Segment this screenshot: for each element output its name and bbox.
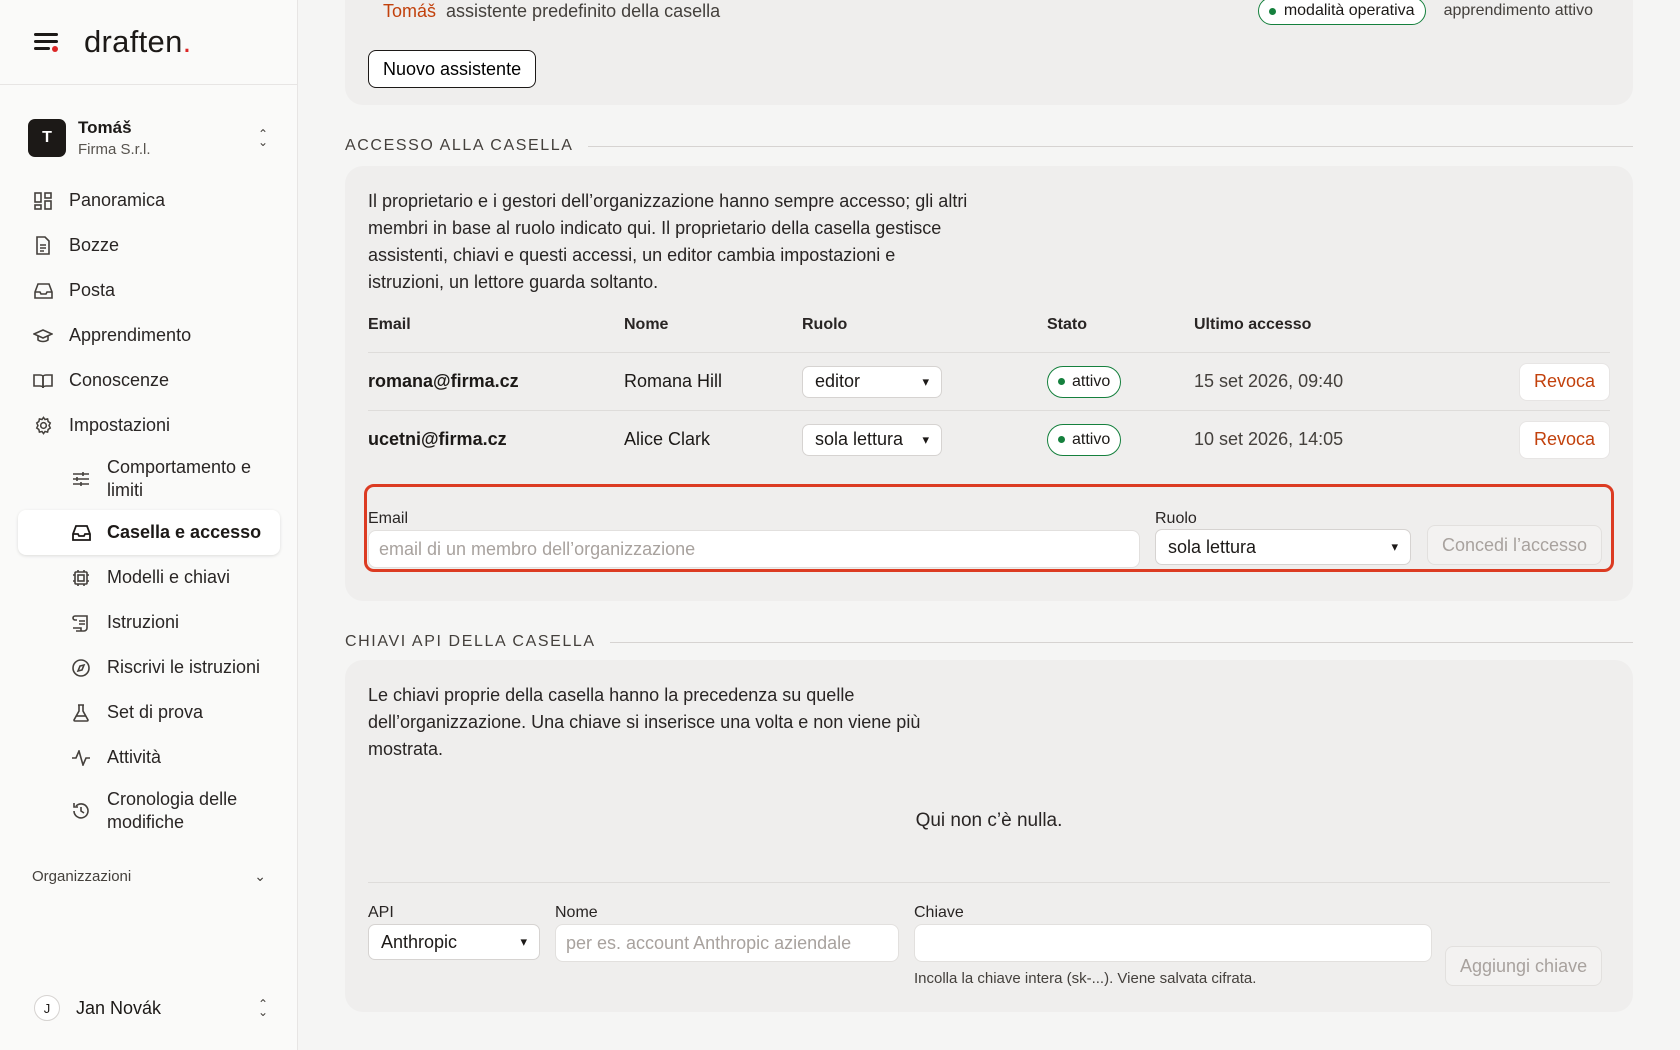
column-status: Stato	[1047, 316, 1087, 333]
assistant-owner[interactable]: Tomáš	[383, 1, 436, 22]
api-keys-card: Le chiavi proprie della casella hanno la…	[345, 660, 1633, 1012]
divider	[368, 882, 1610, 883]
sidebar-item-comportamento[interactable]: Comportamento e limiti	[18, 448, 280, 510]
activity-icon	[70, 747, 92, 769]
sliders-icon	[70, 468, 92, 490]
brand-row: draften.	[0, 0, 297, 85]
grant-email-input[interactable]: email di un membro dell’organizzazione	[368, 530, 1140, 568]
access-section-title: ACCESSO ALLA CASELLA	[345, 137, 1633, 155]
inbox-icon	[32, 280, 54, 302]
sidebar-item-panoramica[interactable]: Panoramica	[18, 178, 280, 223]
key-name-label: Nome	[555, 904, 598, 921]
key-label: Chiave	[914, 904, 964, 921]
sidebar-nav: Panoramica Bozze Posta Apprendimento Con…	[18, 178, 280, 896]
history-icon	[70, 800, 92, 822]
column-last-access: Ultimo accesso	[1194, 316, 1312, 333]
row-name: Romana Hill	[624, 371, 723, 391]
sidebar: draften. T Tomáš Firma S.r.l. ⌃ ⌄ Panoram…	[0, 0, 298, 1050]
column-role: Ruolo	[802, 316, 848, 333]
assistant-description: assistente predefinito della casella	[446, 0, 721, 21]
grant-role-select[interactable]: sola lettura ▾	[1155, 529, 1411, 565]
api-provider-select[interactable]: Anthropic ▾	[368, 924, 540, 960]
grant-role-label: Ruolo	[1155, 510, 1197, 527]
menu-icon[interactable]	[34, 33, 58, 52]
user-switcher[interactable]: J Jan Novák ⌃ ⌄	[34, 992, 270, 1024]
role-select[interactable]: sola lettura ▾	[802, 423, 942, 456]
access-table-header: Email Nome Ruolo Stato Ultimo accesso	[368, 316, 1610, 344]
access-intro: Il proprietario e i gestori dell’organiz…	[368, 191, 968, 292]
chevron-updown-icon: ⌃ ⌄	[257, 127, 269, 149]
scroll-icon	[70, 612, 92, 634]
sidebar-item-cronologia[interactable]: Cronologia delle modifiche	[18, 780, 280, 842]
org-switcher[interactable]: T Tomáš Firma S.r.l. ⌃ ⌄	[28, 115, 270, 161]
sidebar-item-posta[interactable]: Posta	[18, 268, 280, 313]
graduation-cap-icon	[32, 325, 54, 347]
grant-access-button[interactable]: Concedi l’accesso	[1427, 525, 1603, 565]
user-avatar: J	[34, 995, 60, 1021]
row-last-access: 10 set 2026, 14:05	[1194, 429, 1344, 449]
compass-icon	[70, 657, 92, 679]
sidebar-item-impostazioni[interactable]: Impostazioni	[18, 403, 280, 448]
new-assistant-button[interactable]: Nuovo assistente	[368, 50, 537, 88]
chevron-down-icon: ▾	[520, 934, 527, 949]
row-name: Alice Clark	[624, 429, 711, 449]
sidebar-item-conoscenze[interactable]: Conoscenze	[18, 358, 280, 403]
key-hint: Incolla la chiave intera (sk-...). Viene…	[914, 970, 1257, 987]
table-row: romana@firma.cz Romana Hill editor ▾ atti…	[368, 352, 1610, 410]
sidebar-item-istruzioni[interactable]: Istruzioni	[18, 600, 280, 645]
inbox-icon	[70, 522, 92, 544]
chevron-down-icon: ▾	[922, 373, 929, 389]
table-row: ucetni@firma.cz Alice Clark sola lettura…	[368, 410, 1610, 468]
status-badge: attivo	[1047, 365, 1122, 398]
chip-icon	[70, 567, 92, 589]
add-key-button[interactable]: Aggiungi chiave	[1445, 946, 1603, 986]
key-name-input[interactable]: per es. account Anthropic aziendale	[555, 924, 899, 962]
revoke-button[interactable]: Revoca	[1518, 420, 1610, 459]
mode-badge: modalità operativa	[1257, 0, 1426, 25]
sidebar-item-attivita[interactable]: Attività	[18, 735, 280, 780]
revoke-button[interactable]: Revoca	[1518, 362, 1610, 401]
gear-icon	[32, 415, 54, 437]
role-select[interactable]: editor ▾	[802, 365, 942, 398]
chevron-down-icon: ▾	[922, 431, 929, 447]
chevron-down-icon: ⌄	[254, 867, 266, 884]
sidebar-item-bozze[interactable]: Bozze	[18, 223, 280, 268]
sidebar-item-set-prova[interactable]: Set di prova	[18, 690, 280, 735]
api-section-title: CHIAVI API DELLA CASELLA	[345, 633, 1633, 651]
org-avatar: T	[28, 119, 66, 157]
column-email: Email	[368, 316, 411, 333]
dashboard-icon	[32, 190, 54, 212]
sidebar-item-casella[interactable]: Casella e accesso	[18, 510, 280, 555]
book-icon	[32, 370, 54, 392]
sidebar-section-organizzazioni[interactable]: Organizzazioni ⌄	[18, 856, 280, 896]
user-name: Jan Novák	[76, 997, 162, 1018]
row-email: ucetni@firma.cz	[368, 429, 507, 449]
row-email: romana@firma.cz	[368, 371, 519, 391]
org-name: Tomáš	[78, 118, 132, 137]
api-intro: Le chiavi proprie della casella hanno la…	[368, 685, 921, 759]
sidebar-item-apprendimento[interactable]: Apprendimento	[18, 313, 280, 358]
assistant-card: Tomáš assistente predefinito della casel…	[345, 0, 1633, 105]
chevron-updown-icon: ⌃ ⌄	[257, 997, 269, 1019]
learning-status: apprendimento attivo	[1443, 2, 1593, 19]
sidebar-item-riscrivi[interactable]: Riscrivi le istruzioni	[18, 645, 280, 690]
column-name: Nome	[624, 316, 669, 333]
status-badge: attivo	[1047, 423, 1122, 456]
api-label: API	[368, 904, 394, 921]
empty-state: Qui non c’è nulla.	[915, 810, 1063, 831]
logo[interactable]: draften.	[84, 24, 192, 60]
api-key-input[interactable]	[914, 924, 1432, 962]
status-dot	[1268, 7, 1276, 15]
assistant-row: Tomáš assistente predefinito della casel…	[383, 0, 1593, 25]
chevron-down-icon: ▾	[1391, 539, 1398, 554]
org-subtitle: Firma S.r.l.	[78, 141, 151, 158]
document-icon	[32, 235, 54, 257]
row-last-access: 15 set 2026, 09:40	[1194, 371, 1344, 391]
access-card: Il proprietario e i gestori dell’organiz…	[345, 166, 1633, 601]
flask-icon	[70, 702, 92, 724]
grant-email-label: Email	[368, 510, 409, 527]
sidebar-item-modelli[interactable]: Modelli e chiavi	[18, 555, 280, 600]
